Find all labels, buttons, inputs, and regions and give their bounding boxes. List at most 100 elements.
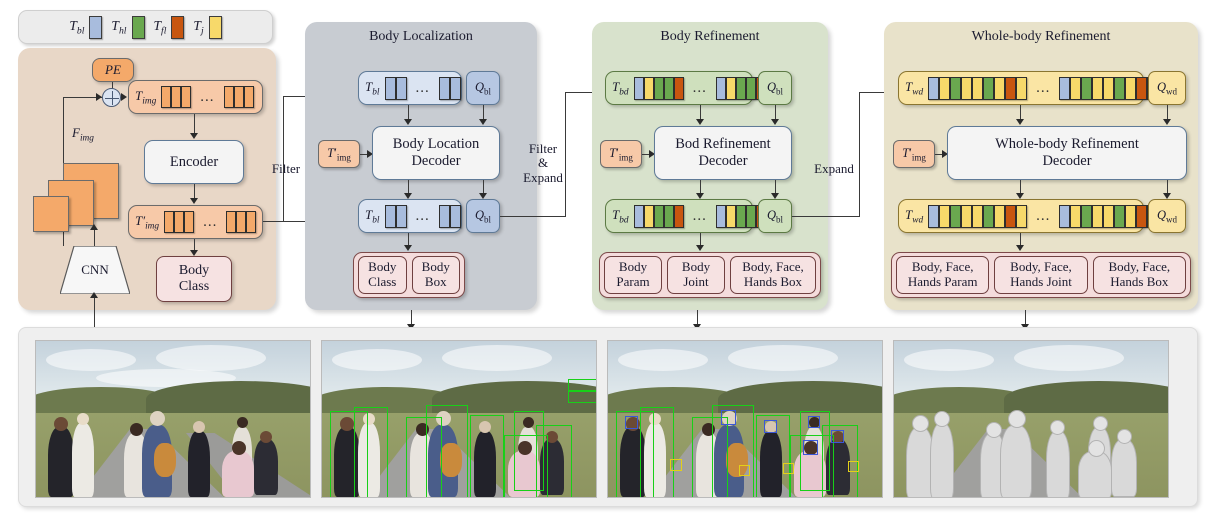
- filter-expand-line3: Expand: [523, 169, 563, 185]
- wd-output-0-line2: Hands Param: [907, 274, 978, 289]
- wd-decoder: Whole-body Refinement Decoder: [947, 126, 1187, 180]
- timg-token-row-2: [223, 86, 254, 108]
- fe-hline-1: [500, 216, 566, 218]
- body-mesh: [1078, 451, 1112, 497]
- wd-timg-prime: T′img: [893, 140, 935, 168]
- bd-seq-bottom-label: Tbd: [612, 206, 629, 226]
- bd-query-bottom-label: Qbl: [766, 207, 784, 225]
- bd-seq-top-ellipsis: ...: [692, 79, 707, 96]
- bd-seq-to-decoder-arrow: [696, 119, 704, 125]
- head-mesh: [1088, 440, 1105, 457]
- mesh-output-image: [893, 340, 1169, 498]
- legend: Tbl Thl Tfl Tj: [18, 10, 273, 44]
- pe-label: PE: [105, 62, 121, 77]
- bd-timg-prime: T′img: [600, 140, 642, 168]
- legend-label-tj: Tj: [193, 17, 204, 37]
- detection-box: [504, 435, 548, 497]
- expand-vline: [859, 92, 861, 217]
- bd-decoder: Bod Refinement Decoder: [654, 126, 792, 180]
- wd-output-0-line1: Body, Face,: [911, 259, 974, 275]
- bd-seq-bottom-tokens: [633, 204, 684, 228]
- body-mesh: [1046, 431, 1070, 497]
- bd-query-top-label: Qbl: [766, 79, 784, 97]
- wd-query-top: Qwd: [1148, 71, 1186, 105]
- bl-timg-prime: T′img: [318, 140, 360, 168]
- legend-item-tj: Tj: [193, 15, 222, 39]
- feature-map-small: [33, 196, 69, 232]
- expand-label: Expand: [814, 161, 854, 176]
- face-box: [831, 430, 844, 443]
- bl-query-bottom: Qbl: [466, 199, 500, 233]
- wd-seq-top-label: Twd: [905, 78, 924, 98]
- head-mesh: [1093, 416, 1108, 431]
- wd-seq-bottom-tokens: [928, 204, 1028, 228]
- bd-seq-top-label: Tbd: [612, 78, 629, 98]
- legend-swatch-tj: [208, 15, 222, 39]
- pe-box: PE: [92, 58, 134, 82]
- legend-label-tbl: Tbl: [69, 17, 85, 37]
- filter-label: Filter: [271, 161, 301, 176]
- head-mesh: [934, 411, 950, 427]
- filter-expand-line1: Filter: [528, 141, 558, 156]
- bd-output-body-joint: Body Joint: [667, 256, 725, 294]
- bd-decoder-line1: Bod Refinement: [675, 136, 771, 153]
- bl-decoder: Body Location Decoder: [372, 126, 500, 180]
- timg-prime-label: T′img: [135, 212, 160, 232]
- bd-output-bfh-box: Body, Face, Hands Box: [730, 256, 816, 294]
- bd-timg-prime-label: T′img: [609, 145, 633, 163]
- encoder-label: Encoder: [169, 153, 219, 170]
- wd-query-top-label: Qwd: [1156, 79, 1178, 97]
- legend-item-tbl: Tbl: [69, 15, 103, 39]
- wd-seq-bottom-label: Twd: [905, 206, 924, 226]
- wd-output-1-line1: Body, Face,: [1010, 259, 1072, 275]
- bd-seq-bottom-ellipsis: ...: [692, 207, 707, 224]
- detection-box: [640, 407, 674, 497]
- wd-seq-to-decoder-arrow: [1016, 119, 1024, 125]
- head-mesh: [912, 415, 929, 432]
- backbone-output-line1: Body: [178, 263, 210, 279]
- timgp-token-row: [164, 211, 195, 233]
- timg-to-encoder-arrow: [190, 133, 198, 139]
- filter-expand-line2: &: [537, 155, 549, 171]
- bl-seq-top-ellipsis: ...: [415, 79, 430, 96]
- bd-decoder-line2: Decoder: [698, 153, 748, 169]
- wd-seq-top-tokens: [928, 76, 1028, 100]
- wd-output-2-line2: Hands Box: [1110, 274, 1169, 289]
- bl-seq-top-tokens-2: [438, 76, 461, 100]
- wd-output-2-line1: Body, Face,: [1108, 259, 1171, 275]
- face-box: [803, 440, 818, 455]
- wd-output-group: Body, Face, Hands Param Body, Face, Hand…: [891, 252, 1191, 298]
- panel-body-refinement-title: Body Refinement: [660, 29, 760, 44]
- body-boxes-image: [321, 340, 597, 498]
- fe-vline: [565, 92, 567, 217]
- wd-output-bfh-param: Body, Face, Hands Param: [896, 256, 990, 294]
- bd-query-to-decoder-arrow: [771, 119, 779, 125]
- legend-swatch-tfl: [171, 15, 185, 39]
- legend-label-tfl: Tfl: [153, 17, 167, 37]
- head-mesh: [1117, 429, 1132, 444]
- bl-query-top: Qbl: [466, 71, 500, 105]
- bl-seq-bottom-tokens-2: [438, 204, 461, 228]
- body-mesh: [1111, 439, 1137, 497]
- detection-box: [426, 405, 468, 497]
- panel-body-localization-title: Body Localization: [369, 29, 473, 44]
- refined-boxes-image: [607, 340, 883, 498]
- legend-swatch-thl: [131, 15, 145, 39]
- bd-output-1-line2: Joint: [683, 274, 709, 289]
- timg-sequence: Timg ...: [128, 80, 263, 114]
- backbone-output-body-class: Body Class: [156, 256, 232, 302]
- wd-seq-to-outputs-arrow: [1016, 245, 1024, 251]
- body-mesh: [930, 423, 954, 497]
- face-box: [808, 416, 820, 428]
- filter-expand-label: Filter & Expand: [521, 141, 565, 185]
- wd-output-bfh-box: Body, Face, Hands Box: [1092, 256, 1186, 294]
- wd-output-bfh-joint: Body, Face, Hands Joint: [994, 256, 1088, 294]
- bd-seq-to-outputs-arrow: [696, 245, 704, 251]
- fimg-label: Fimg: [72, 125, 94, 144]
- cnn-to-featuremaps-arrow: [90, 224, 98, 230]
- bl-decoder-line2: Decoder: [411, 153, 461, 169]
- bl-output-body-box: Body Box: [411, 256, 460, 294]
- bl-seq-bottom: Tbl ...: [358, 199, 462, 233]
- hand-box: [670, 459, 682, 471]
- wd-query-bottom-label: Qwd: [1156, 207, 1178, 225]
